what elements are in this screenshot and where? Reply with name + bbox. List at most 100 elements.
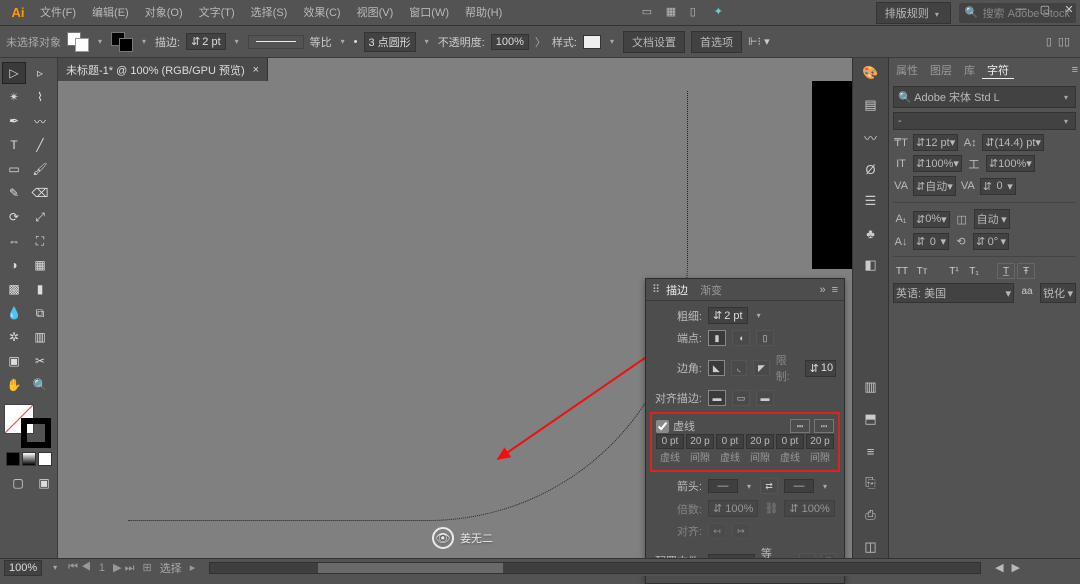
tab-close-icon[interactable]: × [253, 64, 259, 76]
sp-weight-field[interactable]: ⇵ 2 pt [708, 307, 748, 324]
gradient-tab[interactable]: 渐变 [694, 282, 728, 298]
language-field[interactable]: 英语: 美国 ▾ [893, 283, 1014, 303]
shaper-tool[interactable]: ✎ [2, 182, 26, 204]
swap-arrows-icon[interactable]: ⇄ [760, 478, 778, 494]
menu-help[interactable]: 帮助(H) [457, 0, 510, 26]
join-round-icon[interactable]: ◟ [731, 360, 748, 376]
strikethrough-icon[interactable]: Ŧ [1017, 263, 1035, 279]
panel-options-icon[interactable]: ≡ [832, 284, 838, 296]
dash-val-1[interactable]: 20 p [686, 434, 714, 449]
collapse-panel-icon[interactable]: » [819, 284, 825, 296]
dash-val-5[interactable]: 20 p [806, 434, 834, 449]
font-style-field[interactable]: -▾ [893, 112, 1076, 130]
brush-tool[interactable]: 🖌 [28, 158, 52, 180]
menu-view[interactable]: 视图(V) [349, 0, 402, 26]
style-swatch[interactable] [583, 35, 601, 49]
menu-window[interactable]: 窗口(W) [401, 0, 457, 26]
dash-val-0[interactable]: 0 pt [656, 434, 684, 449]
scroll-right-icon[interactable]: ▶ [1012, 561, 1020, 574]
magic-wand-tool[interactable]: ✴ [2, 86, 26, 108]
menu-select[interactable]: 选择(S) [243, 0, 296, 26]
cap-round-icon[interactable]: ◖ [732, 330, 750, 346]
mesh-tool[interactable]: ▩ [2, 278, 26, 300]
underline-icon[interactable]: T̲ [997, 263, 1015, 279]
tab-libraries[interactable]: 库 [959, 62, 980, 78]
rect-tool[interactable]: ▭ [2, 158, 26, 180]
baseline-field[interactable]: ⇵ 0% ▾ [913, 211, 950, 228]
grid-icon[interactable]: ▦ [666, 5, 682, 21]
type-tool[interactable]: T [2, 134, 26, 156]
brushes-panel-icon[interactable]: 〰 [860, 126, 882, 148]
asset-export-icon[interactable]: ⬒ [860, 408, 882, 430]
dash-val-2[interactable]: 0 pt [716, 434, 744, 449]
stroke-weight-field[interactable]: ⇵ 2 pt [186, 33, 226, 50]
cap-projecting-icon[interactable]: ▯ [756, 330, 774, 346]
leading-field[interactable]: ⇵ (14.4) pt ▾ [982, 134, 1044, 151]
dash-preserve-exact-icon[interactable]: ┅ [790, 419, 810, 433]
swatches-panel-icon[interactable]: ▤ [860, 94, 882, 116]
shape-builder-tool[interactable]: ◑ [2, 254, 26, 276]
kerning-field[interactable]: ⇵ 自动 ▾ [913, 176, 956, 196]
stroke-panel-icon[interactable]: ☰ [860, 190, 882, 212]
tab-character[interactable]: 字符 [982, 62, 1014, 79]
rotate-tool[interactable]: ⟳ [2, 206, 26, 228]
graphic-styles-icon[interactable]: ◧ [860, 254, 882, 276]
mini-gradient-swatch[interactable] [22, 452, 36, 466]
slice-tool[interactable]: ✂ [28, 350, 52, 372]
links-panel-icon[interactable]: ⎘ [860, 472, 882, 494]
join-bevel-icon[interactable]: ◤ [753, 360, 770, 376]
panel-collapse-2-icon[interactable]: ▯▯ [1058, 35, 1070, 48]
properties-panel-icon[interactable]: ◫ [860, 536, 882, 558]
tab-properties[interactable]: 属性 [891, 62, 923, 78]
direct-selection-tool[interactable]: ▹ [28, 62, 52, 84]
menu-type[interactable]: 文字(T) [191, 0, 243, 26]
preferences-button[interactable]: 首选项 [691, 31, 742, 53]
appearance-panel-icon[interactable]: ♣ [860, 222, 882, 244]
status-drop-icon[interactable]: ▸ [190, 561, 196, 574]
mini-color-swatch[interactable] [6, 452, 20, 466]
smallcaps-icon[interactable]: Tт [913, 263, 931, 279]
maximize-icon[interactable]: ▢ [1038, 2, 1052, 16]
arrange-icon[interactable]: ▯ [690, 5, 706, 21]
free-transform-tool[interactable]: ⛶ [28, 230, 52, 252]
layout-rule-dropdown[interactable]: 排版规则 ▾ [876, 2, 951, 24]
fill-drop-icon[interactable]: ▾ [95, 37, 105, 47]
eraser-tool[interactable]: ⌫ [28, 182, 52, 204]
hand-tool[interactable]: ✋ [2, 374, 26, 396]
lasso-tool[interactable]: ⌇ [28, 86, 52, 108]
perspective-tool[interactable]: ▦ [28, 254, 52, 276]
selection-tool[interactable]: ▷ [2, 62, 26, 84]
stroke-panel-grip-icon[interactable]: ⠿ [652, 283, 660, 296]
fill-stroke-indicator[interactable] [4, 404, 55, 448]
stroke-style-preview[interactable] [248, 35, 304, 49]
stroke-swatch[interactable] [111, 32, 133, 52]
align-center-icon[interactable]: ▬ [708, 390, 726, 406]
menu-file[interactable]: 文件(F) [32, 0, 84, 26]
font-size-field[interactable]: ⇵ 12 pt ▾ [913, 134, 958, 151]
thick-line-icon[interactable]: ▭ [642, 5, 658, 21]
screen-mode-full[interactable]: ▣ [32, 472, 56, 494]
doc-setup-button[interactable]: 文档设置 [623, 31, 685, 53]
dash-preset-field[interactable]: 3 点圆形 [364, 32, 416, 52]
vscale-field[interactable]: ⇵ 100% ▾ [913, 155, 962, 172]
align-inside-icon[interactable]: ▭ [732, 390, 750, 406]
subscript-icon[interactable]: T₁ [965, 263, 983, 279]
nav-next-icon[interactable]: ▶ ⏭ [113, 561, 134, 575]
minimize-icon[interactable]: — [1014, 2, 1028, 16]
libraries-panel-icon[interactable]: ⎙ [860, 504, 882, 526]
close-icon[interactable]: ✕ [1062, 2, 1076, 16]
screen-mode-normal[interactable]: ▢ [6, 472, 30, 494]
align-menu-icon[interactable]: ⊩⁝ ▾ [748, 35, 770, 48]
menu-object[interactable]: 对象(O) [137, 0, 191, 26]
superscript-icon[interactable]: T¹ [945, 263, 963, 279]
menu-edit[interactable]: 编辑(E) [84, 0, 137, 26]
dash-align-corners-icon[interactable]: ┉ [814, 419, 834, 433]
fill-swatch[interactable] [67, 32, 89, 52]
font-family-field[interactable]: 🔍 Adobe 宋体 Std L▾ [893, 86, 1076, 108]
opacity-field[interactable]: 100% [491, 34, 529, 50]
pen-tool[interactable]: ✒ [2, 110, 26, 132]
join-miter-icon[interactable]: ◣ [708, 360, 725, 376]
mini-none-swatch[interactable] [38, 452, 52, 466]
dash-val-3[interactable]: 20 p [746, 434, 774, 449]
document-tab[interactable]: 未标题-1* @ 100% (RGB/GPU 预览)× [58, 58, 268, 81]
